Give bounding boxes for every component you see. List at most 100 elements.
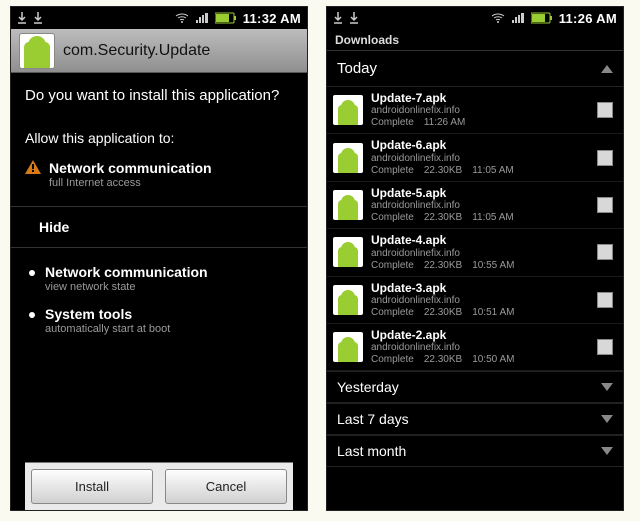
section-label: Last 7 days bbox=[337, 411, 409, 427]
permission-subtitle: full Internet access bbox=[49, 177, 212, 190]
permission-subtitle: automatically start at boot bbox=[45, 323, 170, 336]
download-indicator-icon bbox=[349, 12, 359, 24]
download-row[interactable]: Update-2.apkandroidonlinefix.infoComplet… bbox=[327, 324, 623, 371]
install-prompt-screen: 11:32 AM com.Security.Update Do you want… bbox=[10, 6, 308, 511]
cancel-button[interactable]: Cancel bbox=[165, 469, 287, 504]
signal-icon bbox=[511, 12, 525, 24]
download-size: 22.30KB bbox=[424, 212, 462, 224]
download-text: Update-2.apkandroidonlinefix.infoComplet… bbox=[371, 328, 589, 366]
apk-icon bbox=[333, 237, 363, 267]
download-status-line: Complete22.30KB10:50 AM bbox=[371, 354, 589, 366]
downloads-screen: 11:26 AM Downloads Today Update-7.apkand… bbox=[326, 6, 624, 511]
install-button[interactable]: Install bbox=[31, 469, 153, 504]
download-text: Update-5.apkandroidonlinefix.infoComplet… bbox=[371, 186, 589, 224]
permission-title: Network communication bbox=[45, 264, 208, 281]
section-label: Today bbox=[337, 60, 377, 77]
download-filename: Update-5.apk bbox=[371, 186, 589, 200]
download-source: androidonlinefix.info bbox=[371, 295, 589, 307]
chevron-down-icon bbox=[601, 447, 613, 455]
download-size: 22.30KB bbox=[424, 260, 462, 272]
download-status-line: Complete22.30KB11:05 AM bbox=[371, 165, 589, 177]
section-label: Last month bbox=[337, 443, 406, 459]
section-yesterday[interactable]: Yesterday bbox=[327, 371, 623, 403]
download-time: 10:55 AM bbox=[472, 260, 514, 272]
hide-toggle[interactable]: Hide bbox=[11, 206, 307, 248]
download-checkbox[interactable] bbox=[597, 292, 613, 308]
download-row[interactable]: Update-7.apkandroidonlinefix.infoComplet… bbox=[327, 87, 623, 134]
download-checkbox[interactable] bbox=[597, 339, 613, 355]
download-indicator-icon bbox=[17, 12, 27, 24]
chevron-up-icon bbox=[601, 65, 613, 73]
apk-icon bbox=[333, 332, 363, 362]
permission-title: Network communication bbox=[49, 160, 212, 177]
download-row[interactable]: Update-6.apkandroidonlinefix.infoComplet… bbox=[327, 134, 623, 181]
collapsed-sections: Yesterday Last 7 days Last month bbox=[327, 371, 623, 467]
download-text: Update-6.apkandroidonlinefix.infoComplet… bbox=[371, 138, 589, 176]
download-time: 11:26 AM bbox=[424, 117, 466, 129]
apk-icon bbox=[333, 143, 363, 173]
download-checkbox[interactable] bbox=[597, 150, 613, 166]
section-lastmonth[interactable]: Last month bbox=[327, 435, 623, 467]
section-last7days[interactable]: Last 7 days bbox=[327, 403, 623, 435]
warning-icon bbox=[25, 160, 41, 174]
download-indicator-icon bbox=[333, 12, 343, 24]
apk-app-icon bbox=[19, 33, 55, 69]
download-filename: Update-4.apk bbox=[371, 233, 589, 247]
download-indicator-icon bbox=[33, 12, 43, 24]
permissions-header: Allow this application to: bbox=[25, 130, 293, 146]
bullet-icon bbox=[29, 270, 35, 276]
download-source: androidonlinefix.info bbox=[371, 200, 589, 212]
signal-icon bbox=[195, 12, 209, 24]
section-label: Yesterday bbox=[337, 379, 399, 395]
status-bar: 11:26 AM bbox=[327, 7, 623, 29]
app-title: com.Security.Update bbox=[63, 42, 210, 60]
download-status-line: Complete 11:26 AM bbox=[371, 117, 589, 129]
download-filename: Update-3.apk bbox=[371, 281, 589, 295]
download-checkbox[interactable] bbox=[597, 197, 613, 213]
download-status-line: Complete22.30KB10:55 AM bbox=[371, 260, 589, 272]
battery-icon bbox=[215, 12, 237, 24]
download-source: androidonlinefix.info bbox=[371, 105, 589, 117]
status-bar: 11:32 AM bbox=[11, 7, 307, 29]
download-status: Complete bbox=[371, 165, 414, 177]
section-today[interactable]: Today bbox=[327, 51, 623, 87]
download-source: androidonlinefix.info bbox=[371, 342, 589, 354]
installer-titlebar: com.Security.Update bbox=[11, 29, 307, 73]
apk-icon bbox=[333, 190, 363, 220]
download-text: Update-7.apkandroidonlinefix.infoComplet… bbox=[371, 91, 589, 129]
download-row[interactable]: Update-3.apkandroidonlinefix.infoComplet… bbox=[327, 277, 623, 324]
download-row[interactable]: Update-5.apkandroidonlinefix.infoComplet… bbox=[327, 182, 623, 229]
chevron-down-icon bbox=[601, 415, 613, 423]
install-question: Do you want to install this application? bbox=[25, 87, 293, 104]
download-filename: Update-2.apk bbox=[371, 328, 589, 342]
wifi-icon bbox=[175, 12, 189, 24]
download-time: 11:05 AM bbox=[472, 212, 514, 224]
download-size: 22.30KB bbox=[424, 165, 462, 177]
download-filename: Update-6.apk bbox=[371, 138, 589, 152]
download-size: 22.30KB bbox=[424, 354, 462, 366]
download-status: Complete bbox=[371, 117, 414, 129]
wifi-icon bbox=[491, 12, 505, 24]
downloads-list: Update-7.apkandroidonlinefix.infoComplet… bbox=[327, 87, 623, 371]
download-status: Complete bbox=[371, 212, 414, 224]
permission-item: System tools automatically start at boot bbox=[29, 300, 293, 342]
download-checkbox[interactable] bbox=[597, 244, 613, 260]
download-size: 22.30KB bbox=[424, 307, 462, 319]
download-text: Update-4.apkandroidonlinefix.infoComplet… bbox=[371, 233, 589, 271]
download-checkbox[interactable] bbox=[597, 102, 613, 118]
apk-icon bbox=[333, 285, 363, 315]
download-text: Update-3.apkandroidonlinefix.infoComplet… bbox=[371, 281, 589, 319]
download-status: Complete bbox=[371, 307, 414, 319]
bullet-icon bbox=[29, 312, 35, 318]
apk-icon bbox=[333, 95, 363, 125]
download-filename: Update-7.apk bbox=[371, 91, 589, 105]
download-time: 10:51 AM bbox=[472, 307, 514, 319]
extra-permissions-list: Network communication view network state… bbox=[25, 258, 293, 342]
battery-icon bbox=[531, 12, 553, 24]
download-row[interactable]: Update-4.apkandroidonlinefix.infoComplet… bbox=[327, 229, 623, 276]
download-time: 10:50 AM bbox=[472, 354, 514, 366]
download-status-line: Complete 22.30KB 11:05 AM bbox=[371, 212, 589, 224]
permission-primary: Network communication full Internet acce… bbox=[25, 156, 293, 200]
download-source: androidonlinefix.info bbox=[371, 153, 589, 165]
downloads-title: Downloads bbox=[327, 29, 623, 51]
